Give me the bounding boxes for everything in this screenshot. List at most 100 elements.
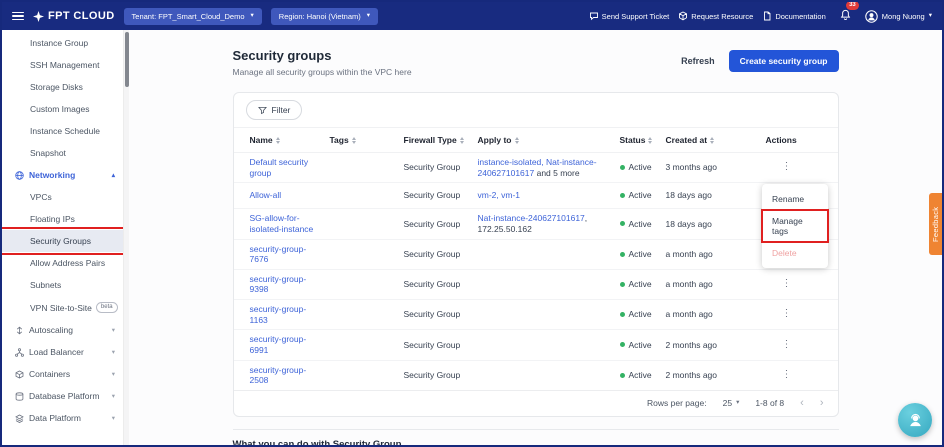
column-header-status[interactable]: Status [620, 135, 666, 145]
sidebar-section-autoscaling[interactable]: Autoscaling ▾ [2, 319, 123, 341]
user-menu[interactable]: Mong Nuong ▾ [865, 9, 932, 23]
firewall-type-cell: Security Group [403, 279, 461, 290]
chevron-down-icon: ▾ [111, 327, 115, 334]
sidebar-section-data-platform[interactable]: Data Platform ▾ [2, 407, 123, 429]
column-header-firewall-type[interactable]: Firewall Type [404, 135, 478, 145]
status-label: Active [628, 218, 652, 229]
created-cell: 18 days ago [665, 218, 712, 229]
rows-per-page-label: Rows per page: [647, 398, 707, 409]
support-fab[interactable] [898, 403, 932, 437]
sidebar-item-allow-address-pairs[interactable]: Allow Address Pairs [2, 252, 123, 274]
region-label: Region: Hanoi (Vietnam) [278, 11, 361, 21]
documentation-link[interactable]: Documentation [762, 11, 826, 21]
page-header-actions: Refresh Create security group [681, 50, 839, 72]
status-dot-icon [619, 281, 625, 287]
sidebar-item-instance-schedule[interactable]: Instance Schedule [2, 120, 123, 142]
rows-per-page-select[interactable]: 25 ▾ [723, 398, 740, 408]
sidebar-item-ssh-management[interactable]: SSH Management [2, 54, 123, 76]
request-resource-link[interactable]: Request Resource [678, 11, 753, 21]
sg-name-link[interactable]: Default security group [250, 157, 330, 178]
sg-name-link[interactable]: security-group-9398 [250, 274, 330, 295]
funnel-icon [257, 106, 267, 114]
sg-name-link[interactable]: security-group-1163 [250, 304, 330, 325]
firewall-type-cell: Security Group [403, 369, 461, 380]
sidebar: Instance Group SSH Management Storage Di… [2, 30, 124, 445]
feedback-tab[interactable]: Feedback [929, 193, 942, 255]
request-resource-label: Request Resource [691, 11, 754, 21]
sort-icon [275, 136, 280, 144]
apply-to-cell: instance-isolated, Nat-instance-24062710… [478, 157, 620, 178]
load-balancer-icon [14, 347, 24, 357]
sidebar-section-label: Containers [29, 369, 71, 379]
table-row: SG-allow-for-isolated-instance Security … [233, 208, 838, 238]
table-header: Name Tags Firewall Type Apply to Status … [233, 127, 838, 153]
status-label: Active [628, 309, 652, 320]
sidebar-section-load-balancer[interactable]: Load Balancer ▾ [2, 341, 123, 363]
refresh-button[interactable]: Refresh [681, 56, 715, 66]
user-name: Mong Nuong [881, 11, 925, 21]
status-dot-icon [619, 193, 625, 199]
sidebar-item-snapshot[interactable]: Snapshot [2, 142, 123, 164]
status-dot-icon [619, 221, 625, 227]
brand-logo[interactable]: FPT CLOUD [33, 10, 115, 22]
created-cell: a month ago [665, 248, 713, 259]
resource-box-icon [679, 11, 688, 21]
table-row: security-group-6991 Security Group Activ… [233, 329, 838, 359]
column-header-tags[interactable]: Tags [330, 135, 404, 145]
sidebar-item-subnets[interactable]: Subnets [2, 274, 123, 296]
context-menu-rename[interactable]: Rename [762, 188, 828, 210]
send-support-ticket-link[interactable]: Send Support Ticket [589, 11, 669, 21]
status-label: Active [628, 369, 652, 380]
sidebar-item-instance-group[interactable]: Instance Group [2, 32, 123, 54]
brand-name: FPT CLOUD [48, 10, 115, 22]
sg-name-link[interactable]: security-group-7676 [250, 244, 330, 265]
create-security-group-button[interactable]: Create security group [728, 50, 839, 72]
sidebar-section-containers[interactable]: Containers ▾ [2, 363, 123, 385]
what-you-can-do-title: What you can do with Security Group [232, 438, 402, 445]
tenant-selector[interactable]: Tenant: FPT_Smart_Cloud_Demo ▾ [123, 7, 262, 25]
apply-to-link[interactable]: Nat-instance-240627101617 [478, 213, 585, 223]
column-header-created-at[interactable]: Created at [666, 135, 766, 145]
column-header-apply-to[interactable]: Apply to [478, 135, 620, 145]
region-selector[interactable]: Region: Hanoi (Vietnam) ▾ [270, 7, 379, 25]
filter-button[interactable]: Filter [245, 100, 303, 120]
sidebar-item-floating-ips[interactable]: Floating IPs [2, 208, 123, 230]
row-actions-icon[interactable]: ⋮ [766, 308, 822, 321]
autoscaling-icon [14, 326, 24, 335]
sg-name-link[interactable]: Allow-all [250, 190, 330, 201]
chevron-down-icon: ▾ [111, 393, 115, 400]
apply-to-link[interactable]: vm-2, vm-1 [478, 190, 521, 200]
beta-badge: beta [95, 302, 118, 313]
sg-name-link[interactable]: SG-allow-for-isolated-instance [250, 213, 330, 234]
row-actions-icon[interactable]: ⋮ [766, 339, 822, 352]
table-row: Allow-all Security Group vm-2, vm-1 Acti… [233, 182, 838, 208]
column-header-name[interactable]: Name [250, 135, 330, 145]
context-menu-manage-tags[interactable]: Manage tags [761, 209, 829, 243]
top-navbar: FPT CLOUD Tenant: FPT_Smart_Cloud_Demo ▾… [2, 2, 942, 30]
status-dot-icon [619, 372, 625, 378]
sidebar-section-database-platform[interactable]: Database Platform ▾ [2, 385, 123, 407]
chevron-down-icon: ▾ [111, 349, 115, 356]
created-cell: 18 days ago [665, 190, 712, 201]
row-actions-icon[interactable]: ⋮ [766, 161, 822, 174]
notifications-button[interactable]: 33 [840, 2, 859, 25]
sidebar-section-label: Data Platform [29, 413, 81, 423]
context-menu-delete[interactable]: Delete [762, 242, 828, 264]
sg-name-link[interactable]: security-group-6991 [250, 334, 330, 355]
row-actions-icon[interactable]: ⋮ [766, 278, 822, 291]
sidebar-item-custom-images[interactable]: Custom Images [2, 98, 123, 120]
menu-icon[interactable] [12, 11, 24, 21]
sidebar-item-security-groups[interactable]: Security Groups [2, 227, 123, 255]
created-cell: a month ago [665, 309, 713, 320]
sidebar-section-networking[interactable]: Networking ▴ [2, 164, 123, 186]
column-label: Tags [329, 135, 349, 145]
previous-page-button[interactable]: ‹ [800, 397, 804, 409]
row-actions-icon[interactable]: ⋮ [766, 369, 822, 382]
scrollbar-thumb[interactable] [124, 32, 129, 87]
sidebar-item-storage-disks[interactable]: Storage Disks [2, 76, 123, 98]
sidebar-item-vpcs[interactable]: VPCs [2, 186, 123, 208]
sidebar-item-vpn-site-to-site[interactable]: VPN Site-to-Site beta [2, 296, 123, 319]
sg-name-link[interactable]: security-group-2508 [250, 365, 330, 386]
next-page-button[interactable]: › [820, 397, 824, 409]
sort-icon [459, 136, 464, 144]
